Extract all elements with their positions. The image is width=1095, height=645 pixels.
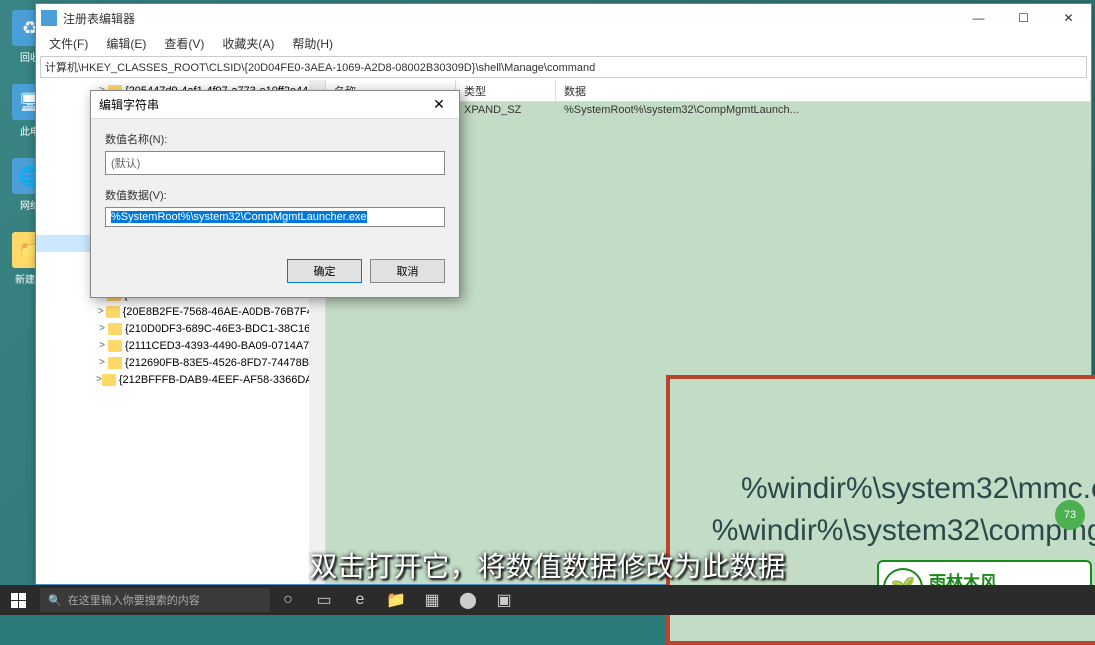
col-data[interactable]: 数据 [556, 80, 1091, 101]
taskbar-cortana[interactable]: ○ [270, 585, 306, 615]
progress-badge: 73 [1055, 500, 1085, 530]
windows-icon [11, 593, 26, 608]
taskbar-search[interactable]: 🔍 在这里输入你要搜索的内容 [40, 588, 270, 612]
dialog-close-button[interactable]: ✕ [419, 91, 459, 119]
taskbar-app[interactable]: ⬤ [450, 585, 486, 615]
expander-icon[interactable]: > [96, 374, 102, 385]
menu-help[interactable]: 帮助(H) [284, 33, 341, 54]
expander-icon[interactable]: > [96, 340, 108, 351]
edit-string-dialog: 编辑字符串 ✕ 数值名称(N): (默认) 数值数据(V): %SystemRo… [90, 90, 460, 298]
folder-icon [108, 357, 122, 369]
folder-icon [108, 323, 122, 335]
expander-icon[interactable]: > [96, 357, 108, 368]
taskbar-app[interactable]: ▣ [486, 585, 522, 615]
search-icon: 🔍 [48, 594, 62, 607]
search-placeholder: 在这里输入你要搜索的内容 [68, 592, 200, 608]
ok-button[interactable]: 确定 [287, 259, 362, 283]
taskbar-explorer[interactable]: 📁 [378, 585, 414, 615]
taskbar-taskview[interactable]: ▭ [306, 585, 342, 615]
tree-item[interactable]: > {212690FB-83E5-4526-8FD7-74478B79 [36, 354, 325, 371]
annotation-text: %windir%\system32\mmc.exe /s %windir%\sy… [690, 468, 1095, 552]
menu-view[interactable]: 查看(V) [156, 33, 212, 54]
tree-item[interactable]: > {20E8B2FE-7568-46AE-A0DB-76B7F469 [36, 303, 325, 320]
menubar: 文件(F) 编辑(E) 查看(V) 收藏夹(A) 帮助(H) [36, 32, 1091, 54]
cell-type: XPAND_SZ [456, 104, 556, 120]
tree-item-label: {2111CED3-4393-4490-BA09-0714A7C9 [125, 340, 323, 352]
window-title: 注册表编辑器 [63, 10, 956, 27]
value-data-label: 数值数据(V): [105, 187, 445, 203]
tree-item[interactable]: > {2111CED3-4393-4490-BA09-0714A7C9 [36, 337, 325, 354]
menu-edit[interactable]: 编辑(E) [98, 33, 154, 54]
dialog-title: 编辑字符串 [99, 96, 419, 113]
address-bar[interactable]: 计算机\HKEY_CLASSES_ROOT\CLSID\{20D04FE0-3A… [40, 56, 1087, 78]
folder-icon [108, 340, 122, 352]
expander-icon[interactable]: > [96, 323, 108, 334]
tree-item-label: {210D0DF3-689C-46E3-BDC1-38C16E8 [125, 323, 324, 335]
tree-item[interactable]: > {210D0DF3-689C-46E3-BDC1-38C16E8 [36, 320, 325, 337]
cancel-button[interactable]: 取消 [370, 259, 445, 283]
start-button[interactable] [0, 585, 36, 615]
tree-item-label: {20E8B2FE-7568-46AE-A0DB-76B7F469 [123, 306, 325, 318]
value-name-input[interactable]: (默认) [105, 151, 445, 175]
cell-data: %SystemRoot%\system32\CompMgmtLaunch... [556, 104, 1091, 120]
close-button[interactable]: ✕ [1046, 4, 1091, 32]
value-data-input[interactable]: %SystemRoot%\system32\CompMgmtLauncher.e… [105, 207, 445, 227]
titlebar[interactable]: 注册表编辑器 — ☐ ✕ [36, 4, 1091, 32]
folder-icon [102, 374, 116, 386]
minimize-button[interactable]: — [956, 4, 1001, 32]
value-name-label: 数值名称(N): [105, 131, 445, 147]
tree-item-label: {212BFFFB-DAB9-4EEF-AF58-3366DAAF [119, 374, 326, 386]
folder-icon [106, 306, 120, 318]
maximize-button[interactable]: ☐ [1001, 4, 1046, 32]
regedit-icon [41, 10, 57, 26]
taskbar: 🔍 在这里输入你要搜索的内容 ○ ▭ e 📁 ▦ ⬤ ▣ [0, 585, 1095, 615]
taskbar-edge[interactable]: e [342, 585, 378, 615]
taskbar-app[interactable]: ▦ [414, 585, 450, 615]
dialog-titlebar[interactable]: 编辑字符串 ✕ [91, 91, 459, 119]
menu-favorites[interactable]: 收藏夹(A) [214, 33, 282, 54]
expander-icon[interactable]: > [96, 306, 106, 317]
tree-item-label: {212690FB-83E5-4526-8FD7-74478B79 [125, 357, 321, 369]
col-type[interactable]: 类型 [456, 80, 556, 101]
menu-file[interactable]: 文件(F) [41, 33, 96, 54]
tree-item[interactable]: > {212BFFFB-DAB9-4EEF-AF58-3366DAAF [36, 371, 325, 388]
